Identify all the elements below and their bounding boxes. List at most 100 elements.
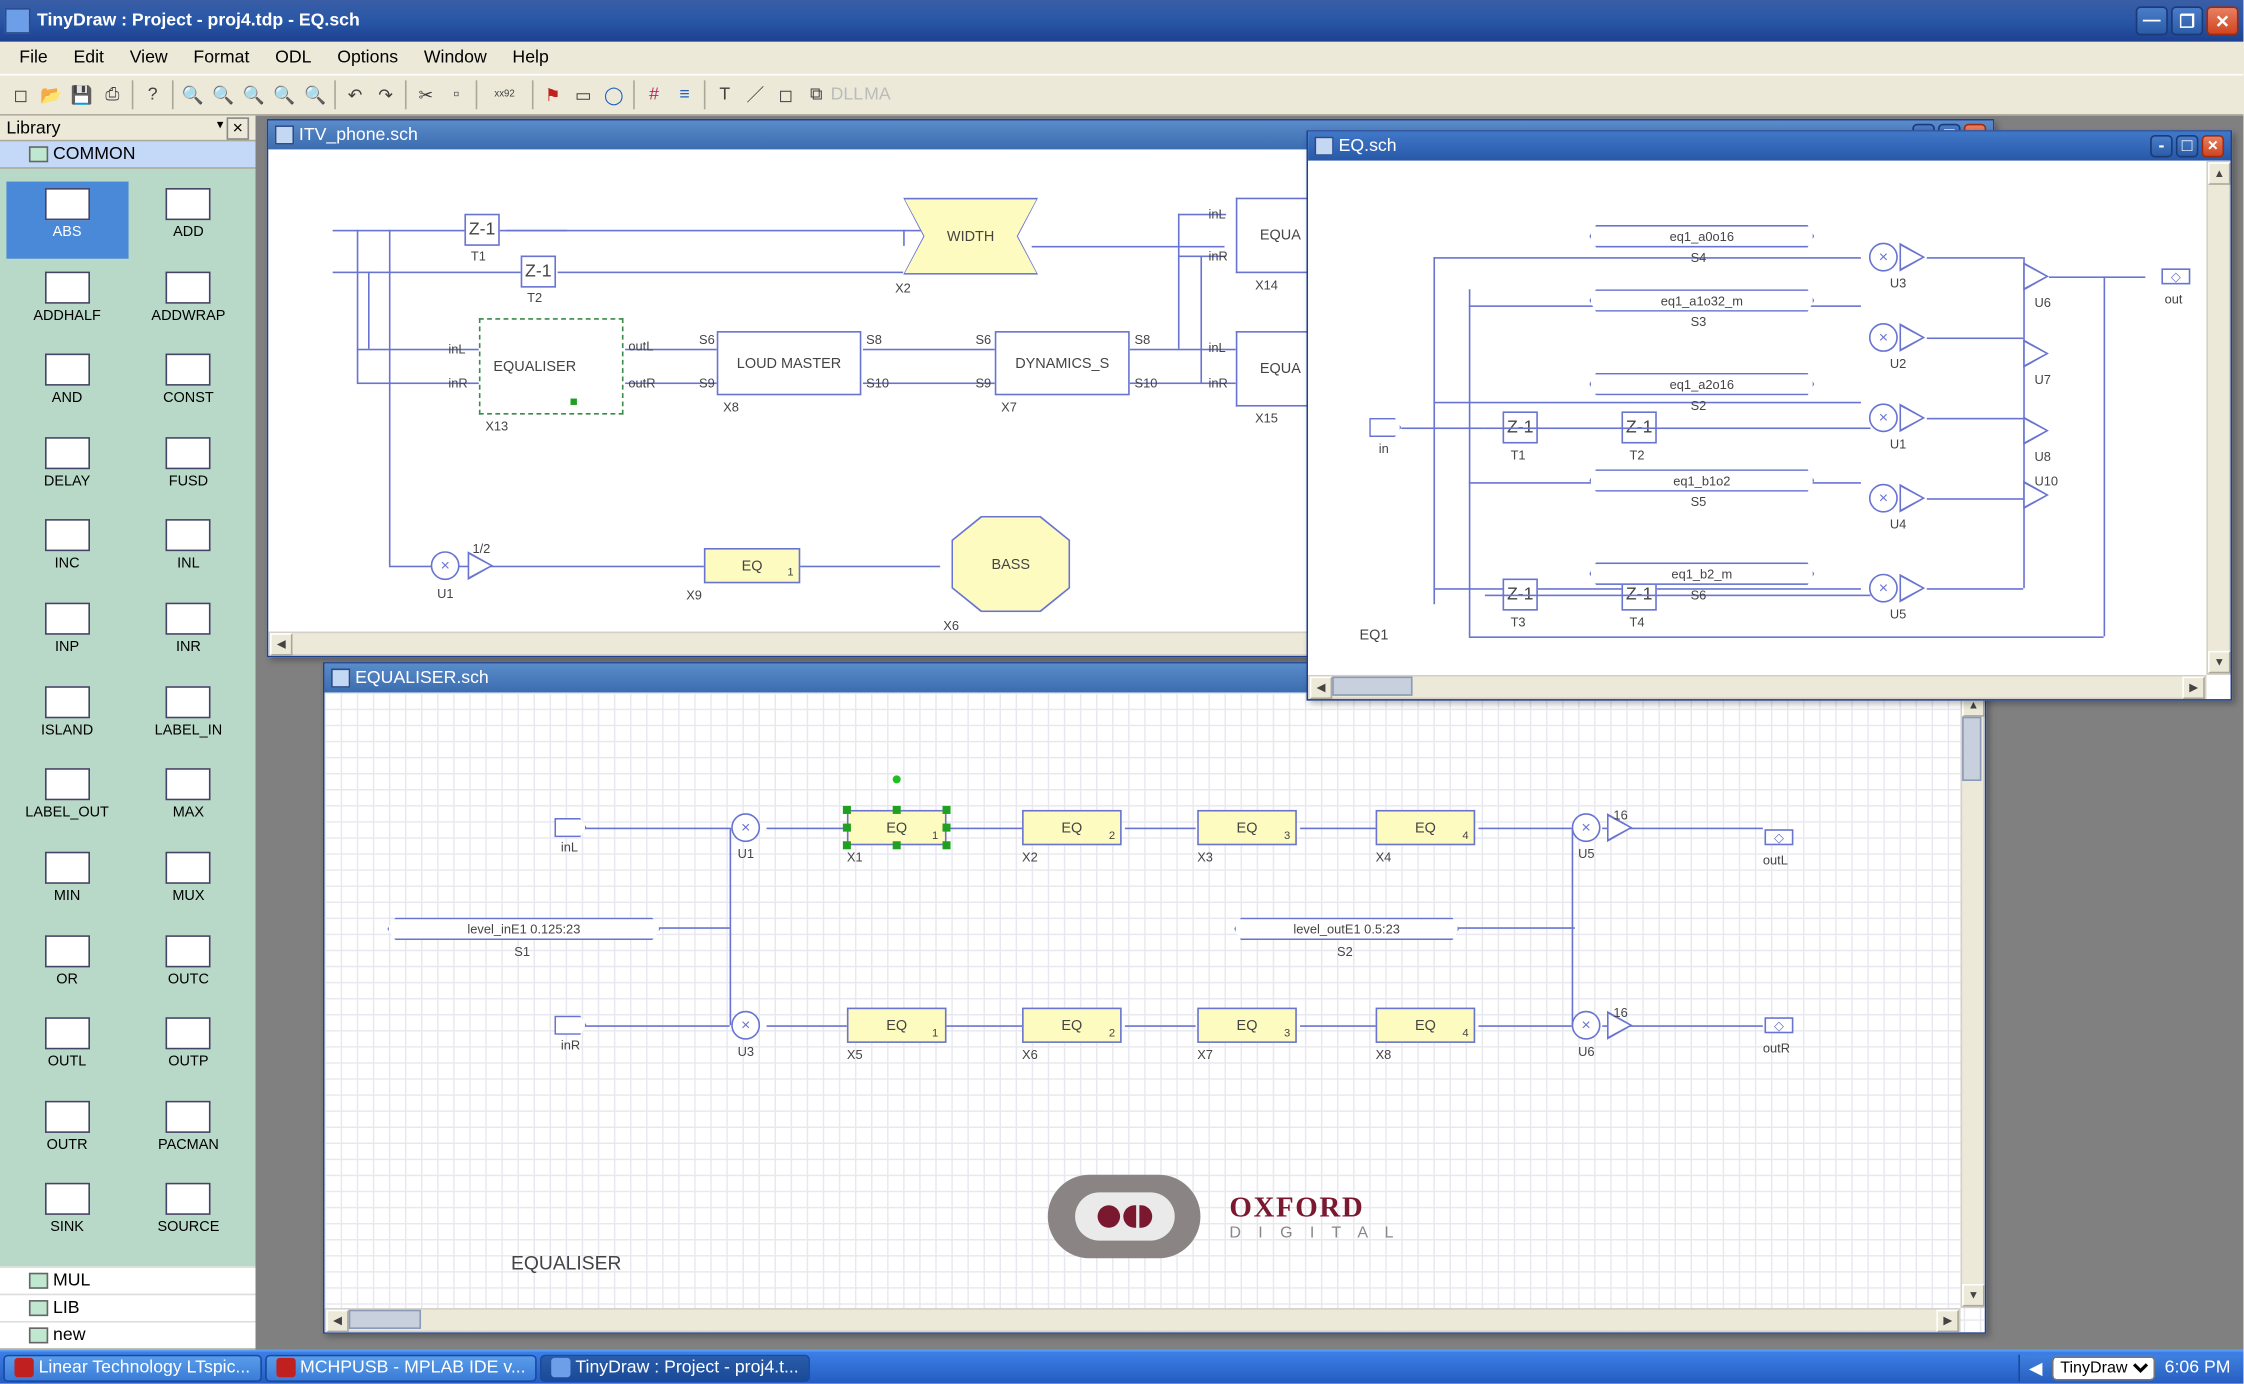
coeff-s4[interactable]: eq1_a0o16 bbox=[1589, 225, 1814, 247]
align-icon[interactable]: ≡ bbox=[670, 80, 699, 109]
zoom-100-icon[interactable]: 🔍 bbox=[301, 80, 330, 109]
taskbar-tinydraw[interactable]: TinyDraw : Project - proj4.t... bbox=[540, 1354, 810, 1381]
tray-select[interactable]: TinyDraw bbox=[2052, 1356, 2155, 1380]
palette-item-pacman[interactable]: PACMAN bbox=[128, 1094, 249, 1171]
undo-icon[interactable]: ↶ bbox=[341, 80, 370, 109]
eq-x4[interactable]: EQ bbox=[1376, 810, 1476, 845]
pin-icon[interactable]: ▾ bbox=[217, 117, 223, 139]
palette-item-label_in[interactable]: LABEL_IN bbox=[128, 679, 249, 756]
port-inl[interactable] bbox=[554, 818, 586, 837]
mult-u1[interactable]: × bbox=[1869, 403, 1898, 432]
tray-icon[interactable]: ◀ bbox=[2029, 1357, 2043, 1378]
coeff-level-in[interactable]: level_inE1 0.125:23 bbox=[387, 918, 660, 940]
comp-icon[interactable]: ⧉ bbox=[802, 80, 831, 109]
palette-item-and[interactable]: AND bbox=[6, 347, 127, 424]
add-u7[interactable] bbox=[2023, 339, 2049, 368]
coeff-s5[interactable]: eq1_b1o2 bbox=[1589, 469, 1814, 491]
equaliser-canvas[interactable]: inL inR outL outR × U1 × U3 × U5 × U6 16… bbox=[325, 693, 1985, 1333]
coeff-level-out[interactable]: level_outE1 0.5:23 bbox=[1234, 918, 1459, 940]
tree-new[interactable]: new bbox=[0, 1321, 256, 1348]
eq-x6[interactable]: EQ bbox=[1022, 1008, 1122, 1043]
menu-format[interactable]: Format bbox=[181, 45, 263, 71]
eq-close[interactable]: × bbox=[2202, 135, 2224, 157]
palette-item-inr[interactable]: INR bbox=[128, 596, 249, 673]
eqs-sc-left[interactable]: ◀ bbox=[1310, 677, 1332, 699]
tree-common[interactable]: COMMON bbox=[0, 141, 256, 167]
close-button[interactable]: ✕ bbox=[2206, 6, 2238, 35]
redo-icon[interactable]: ↷ bbox=[371, 80, 400, 109]
minimize-button[interactable]: — bbox=[2136, 6, 2168, 35]
tree-mul[interactable]: MUL bbox=[0, 1266, 256, 1293]
eqs-sc-right[interactable]: ▶ bbox=[2182, 677, 2204, 699]
menu-edit[interactable]: Edit bbox=[61, 45, 117, 71]
add-u8[interactable] bbox=[2023, 416, 2049, 445]
mult-u6-eq[interactable]: × bbox=[1572, 1011, 1601, 1040]
line-icon[interactable]: ／ bbox=[741, 80, 770, 109]
menu-options[interactable]: Options bbox=[324, 45, 411, 71]
mult-u3[interactable]: × bbox=[1869, 243, 1898, 272]
palette-item-or[interactable]: OR bbox=[6, 928, 127, 1005]
tool-a-icon[interactable]: ▫ bbox=[442, 80, 471, 109]
menu-view[interactable]: View bbox=[117, 45, 181, 71]
eqs-sc-up[interactable]: ▲ bbox=[2208, 162, 2230, 184]
eq-x8[interactable]: EQ bbox=[1376, 1008, 1476, 1043]
zoom-out-icon[interactable]: 🔍 bbox=[209, 80, 238, 109]
eq-sc-right[interactable]: ▶ bbox=[1936, 1310, 1958, 1332]
eq-sc-left[interactable]: ◀ bbox=[326, 1310, 348, 1332]
hash-icon[interactable]: # bbox=[640, 80, 669, 109]
maximize-button[interactable]: ❐ bbox=[2171, 6, 2203, 35]
palette-item-source[interactable]: SOURCE bbox=[128, 1177, 249, 1254]
block-bass[interactable]: BASS bbox=[953, 517, 1069, 610]
taskbar-mplab[interactable]: MCHPUSB - MPLAB IDE v... bbox=[265, 1354, 537, 1381]
text-icon[interactable]: T bbox=[710, 80, 739, 109]
circle-icon[interactable]: ◯ bbox=[599, 80, 628, 109]
mult-u5[interactable]: × bbox=[1869, 574, 1898, 603]
help-icon[interactable]: ? bbox=[138, 80, 167, 109]
palette-item-mux[interactable]: MUX bbox=[128, 845, 249, 922]
delay-t2[interactable]: Z-1 bbox=[521, 256, 556, 288]
eq-min[interactable]: - bbox=[2150, 135, 2172, 157]
palette-item-delay[interactable]: DELAY bbox=[6, 430, 127, 507]
eq-sc-down[interactable]: ▼ bbox=[1962, 1284, 1984, 1306]
new-icon[interactable]: ◻ bbox=[6, 80, 35, 109]
mult-u4[interactable]: × bbox=[1869, 484, 1898, 513]
window-eq[interactable]: EQ.sch -□× in Z-1 T1 Z-1 T2 Z-1 T3 Z-1 T bbox=[1306, 130, 2232, 700]
block-loudmaster[interactable]: LOUD MASTER bbox=[717, 331, 862, 395]
palette-item-sink[interactable]: SINK bbox=[6, 1177, 127, 1254]
mult-u1-eq[interactable]: × bbox=[731, 813, 760, 842]
tree-lib[interactable]: LIB bbox=[0, 1294, 256, 1321]
open-icon[interactable]: 📂 bbox=[37, 80, 66, 109]
palette-item-const[interactable]: CONST bbox=[128, 347, 249, 424]
palette-item-max[interactable]: MAX bbox=[128, 762, 249, 839]
rect-icon[interactable]: ▭ bbox=[569, 80, 598, 109]
xx-icon[interactable]: xx92 bbox=[482, 80, 527, 109]
eq-port-out[interactable] bbox=[2161, 268, 2190, 284]
palette-item-label_out[interactable]: LABEL_OUT bbox=[6, 762, 127, 839]
zoom-area-icon[interactable]: 🔍 bbox=[270, 80, 299, 109]
itv-scroll-left[interactable]: ◀ bbox=[270, 633, 292, 655]
flag-icon[interactable]: ⚑ bbox=[538, 80, 567, 109]
palette-item-outp[interactable]: OUTP bbox=[128, 1011, 249, 1088]
library-close-button[interactable]: × bbox=[227, 117, 249, 139]
eq-x3[interactable]: EQ bbox=[1197, 810, 1297, 845]
shape-icon[interactable]: ◻ bbox=[771, 80, 800, 109]
eqs-sc-down[interactable]: ▼ bbox=[2208, 651, 2230, 673]
palette-item-outl[interactable]: OUTL bbox=[6, 1011, 127, 1088]
palette-item-outr[interactable]: OUTR bbox=[6, 1094, 127, 1171]
palette-item-island[interactable]: ISLAND bbox=[6, 679, 127, 756]
dll-icon[interactable]: DLL bbox=[832, 80, 861, 109]
menu-window[interactable]: Window bbox=[411, 45, 500, 71]
eq-port-in[interactable] bbox=[1369, 418, 1401, 437]
window-equaliser[interactable]: EQUALISER.sch inL bbox=[323, 662, 1986, 1334]
palette-item-addwrap[interactable]: ADDWRAP bbox=[128, 265, 249, 342]
port-outr[interactable] bbox=[1764, 1017, 1793, 1033]
delay-t1[interactable]: Z-1 bbox=[464, 214, 499, 246]
block-dynamics[interactable]: DYNAMICS_S bbox=[995, 331, 1130, 395]
add-u6[interactable] bbox=[2023, 262, 2049, 291]
palette-item-inl[interactable]: INL bbox=[128, 513, 249, 590]
menu-help[interactable]: Help bbox=[500, 45, 562, 71]
eq-max[interactable]: □ bbox=[2176, 135, 2198, 157]
eq-x7[interactable]: EQ bbox=[1197, 1008, 1297, 1043]
menu-odl[interactable]: ODL bbox=[262, 45, 324, 71]
zoom-in-icon[interactable]: 🔍 bbox=[178, 80, 207, 109]
